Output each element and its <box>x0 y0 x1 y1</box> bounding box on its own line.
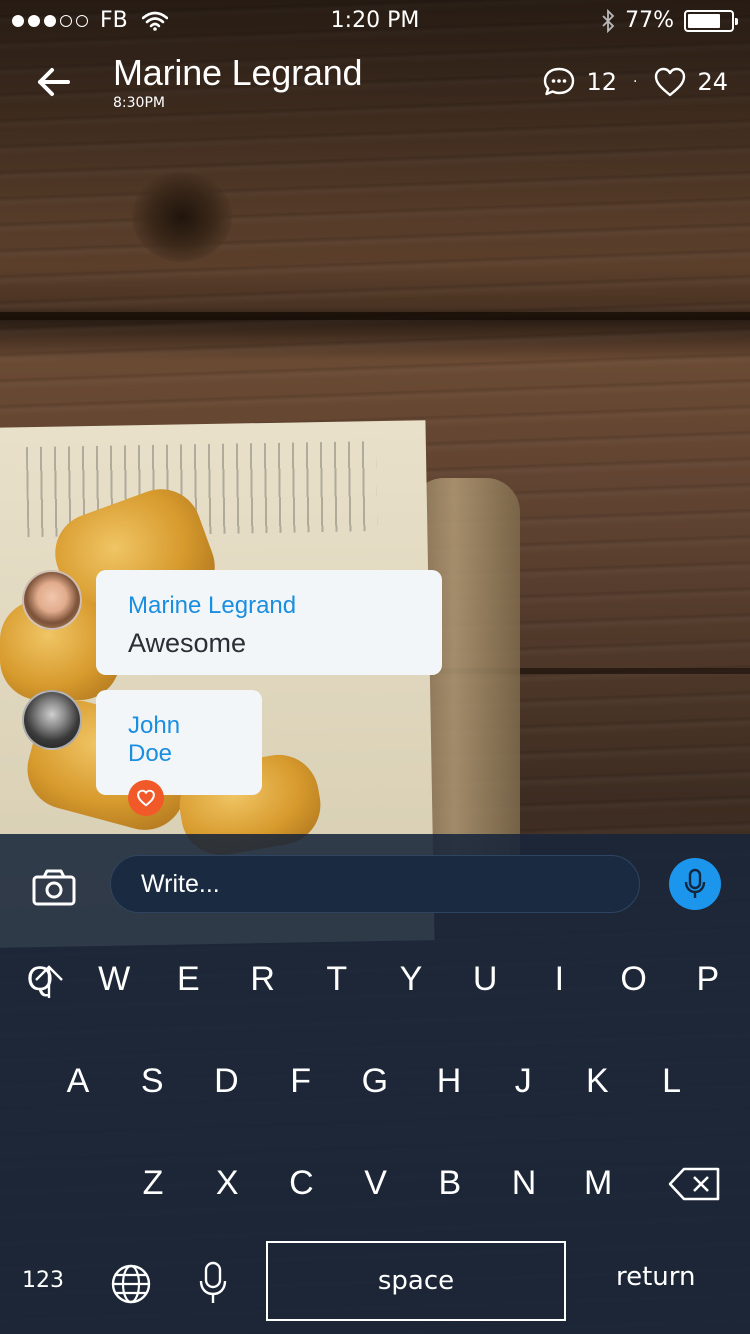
key-i[interactable]: I <box>529 960 589 999</box>
key-d[interactable]: D <box>196 1062 256 1101</box>
numbers-key[interactable]: 123 <box>22 1268 64 1293</box>
key-n[interactable]: N <box>494 1164 554 1203</box>
battery-percent: 77% <box>625 8 674 33</box>
key-c[interactable]: C <box>271 1164 331 1203</box>
key-p[interactable]: P <box>678 960 738 999</box>
microphone-icon <box>684 868 706 898</box>
space-key[interactable]: space <box>266 1241 566 1321</box>
avatar[interactable] <box>22 570 82 630</box>
key-j[interactable]: J <box>493 1062 553 1101</box>
key-t[interactable]: T <box>307 960 367 999</box>
message-input[interactable]: Write... <box>110 855 640 913</box>
heart-icon[interactable] <box>653 66 687 98</box>
message-bubble: Marine Legrand Awesome <box>96 570 442 675</box>
key-b[interactable]: B <box>420 1164 480 1203</box>
dictation-icon[interactable] <box>198 1261 228 1305</box>
heart-icon <box>137 789 155 807</box>
key-s[interactable]: S <box>122 1062 182 1101</box>
keyboard-panel: Write... QWERTYUIOPASDFGHJKLZXCVBNM 123 … <box>0 834 750 1334</box>
key-e[interactable]: E <box>158 960 218 999</box>
sender-name[interactable]: John Doe <box>128 712 230 768</box>
camera-icon[interactable] <box>32 868 76 906</box>
message-bubble: John Doe <box>96 690 262 816</box>
status-bar: FB 1:20 PM 77% <box>0 0 750 40</box>
key-k[interactable]: K <box>567 1062 627 1101</box>
key-o[interactable]: O <box>604 960 664 999</box>
back-arrow-icon[interactable] <box>36 64 76 100</box>
key-h[interactable]: H <box>419 1062 479 1101</box>
backspace-icon[interactable] <box>668 1166 722 1202</box>
heart-reaction <box>128 780 164 816</box>
post-stats: 12 · 24 <box>542 66 728 98</box>
message-text: Awesome <box>128 628 247 658</box>
page-title: Marine Legrand <box>113 52 363 93</box>
key-v[interactable]: V <box>346 1164 406 1203</box>
return-key[interactable]: return <box>616 1262 696 1292</box>
key-l[interactable]: L <box>642 1062 702 1101</box>
key-r[interactable]: R <box>233 960 293 999</box>
globe-icon[interactable] <box>110 1263 152 1305</box>
avatar[interactable] <box>22 690 82 750</box>
key-f[interactable]: F <box>271 1062 331 1101</box>
comment-icon[interactable] <box>542 66 576 98</box>
key-x[interactable]: X <box>197 1164 257 1203</box>
battery-icon <box>684 9 738 32</box>
key-m[interactable]: M <box>568 1164 628 1203</box>
key-y[interactable]: Y <box>381 960 441 999</box>
separator: · <box>633 74 638 90</box>
likes-count: 24 <box>697 68 728 96</box>
voice-button[interactable] <box>669 858 721 910</box>
message-item: Marine Legrand Awesome <box>22 570 442 675</box>
key-g[interactable]: G <box>345 1062 405 1101</box>
comments-count: 12 <box>586 68 617 96</box>
key-a[interactable]: A <box>48 1062 108 1101</box>
key-w[interactable]: W <box>84 960 144 999</box>
key-u[interactable]: U <box>455 960 515 999</box>
sender-name[interactable]: Marine Legrand <box>128 592 410 620</box>
message-item: John Doe <box>22 690 262 816</box>
timestamp: 8:30PM <box>113 95 165 111</box>
key-z[interactable]: Z <box>123 1164 183 1203</box>
shift-icon[interactable] <box>32 964 66 1000</box>
bluetooth-icon <box>602 8 615 33</box>
chat-header: Marine Legrand 8:30PM 12 · 24 <box>0 50 750 120</box>
